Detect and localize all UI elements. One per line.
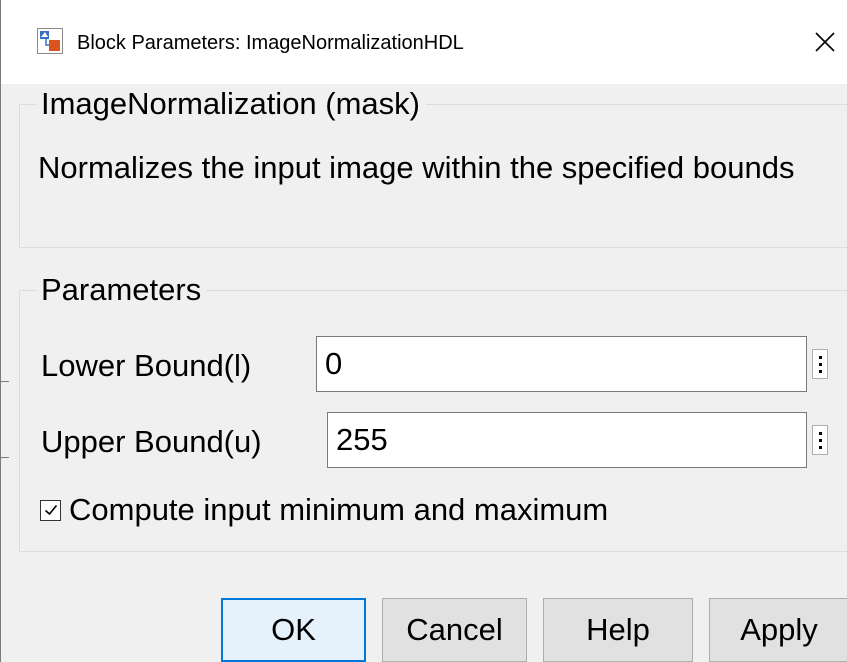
- upper-bound-options-button[interactable]: [812, 425, 828, 455]
- window-edge-tick: [1, 457, 9, 458]
- window-edge-tick: [1, 381, 9, 382]
- help-button[interactable]: Help: [543, 598, 693, 662]
- description-group-title: ImageNormalization (mask): [37, 86, 426, 122]
- lower-bound-label: Lower Bound(l): [41, 348, 252, 383]
- compute-minmax-checkbox[interactable]: [40, 499, 61, 521]
- upper-bound-input[interactable]: [327, 412, 807, 468]
- block-description: Normalizes the input image within the sp…: [38, 150, 795, 185]
- cancel-button[interactable]: Cancel: [382, 598, 527, 662]
- ok-button[interactable]: OK: [221, 598, 366, 662]
- parameters-group-title: Parameters: [37, 272, 208, 308]
- lower-bound-options-button[interactable]: [812, 349, 828, 379]
- vertical-ellipsis-icon: [818, 431, 822, 449]
- close-button[interactable]: [801, 18, 847, 66]
- window-title: Block Parameters: ImageNormalizationHDL: [77, 32, 464, 54]
- apply-button[interactable]: Apply: [709, 598, 847, 662]
- block-parameters-dialog: Block Parameters: ImageNormalizationHDL …: [0, 0, 847, 662]
- lower-bound-input[interactable]: [316, 336, 807, 392]
- simulink-block-icon: [37, 28, 63, 54]
- title-bar[interactable]: Block Parameters: ImageNormalizationHDL: [1, 0, 847, 84]
- checkmark-icon: [44, 504, 57, 516]
- compute-minmax-checkbox-row[interactable]: Compute input minimum and maximum: [40, 492, 608, 528]
- close-icon: [814, 32, 835, 52]
- compute-minmax-label: Compute input minimum and maximum: [69, 492, 609, 527]
- upper-bound-label: Upper Bound(u): [41, 424, 262, 459]
- vertical-ellipsis-icon: [818, 355, 822, 373]
